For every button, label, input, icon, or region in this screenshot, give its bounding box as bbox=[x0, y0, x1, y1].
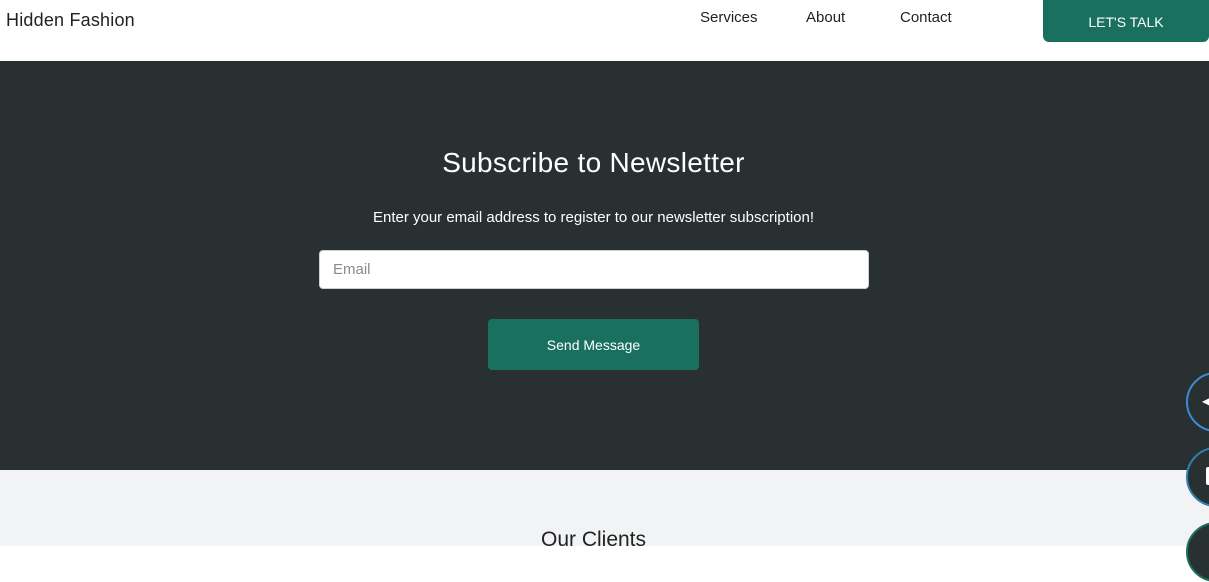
lets-talk-button[interactable]: LET'S TALK bbox=[1043, 0, 1209, 42]
email-input[interactable] bbox=[319, 250, 869, 289]
brand-logo[interactable]: Hidden Fashion bbox=[6, 10, 135, 31]
newsletter-title: Subscribe to Newsletter bbox=[442, 147, 745, 178]
clients-title: Our Clients bbox=[540, 528, 647, 551]
nav-link-about[interactable]: About bbox=[806, 9, 845, 26]
back-arrow-icon: ◀ bbox=[1202, 391, 1209, 410]
newsletter-subtitle: Enter your email address to register to … bbox=[372, 209, 815, 226]
clients-section: Our Clients bbox=[0, 470, 1209, 551]
nav-link-contact[interactable]: Contact bbox=[900, 9, 952, 26]
site-header: Hidden Fashion Services About Contact LE… bbox=[0, 0, 1209, 61]
send-message-button[interactable]: Send Message bbox=[488, 319, 699, 370]
nav-link-services[interactable]: Services bbox=[700, 9, 758, 26]
newsletter-section: Subscribe to Newsletter Enter your email… bbox=[0, 61, 1209, 470]
